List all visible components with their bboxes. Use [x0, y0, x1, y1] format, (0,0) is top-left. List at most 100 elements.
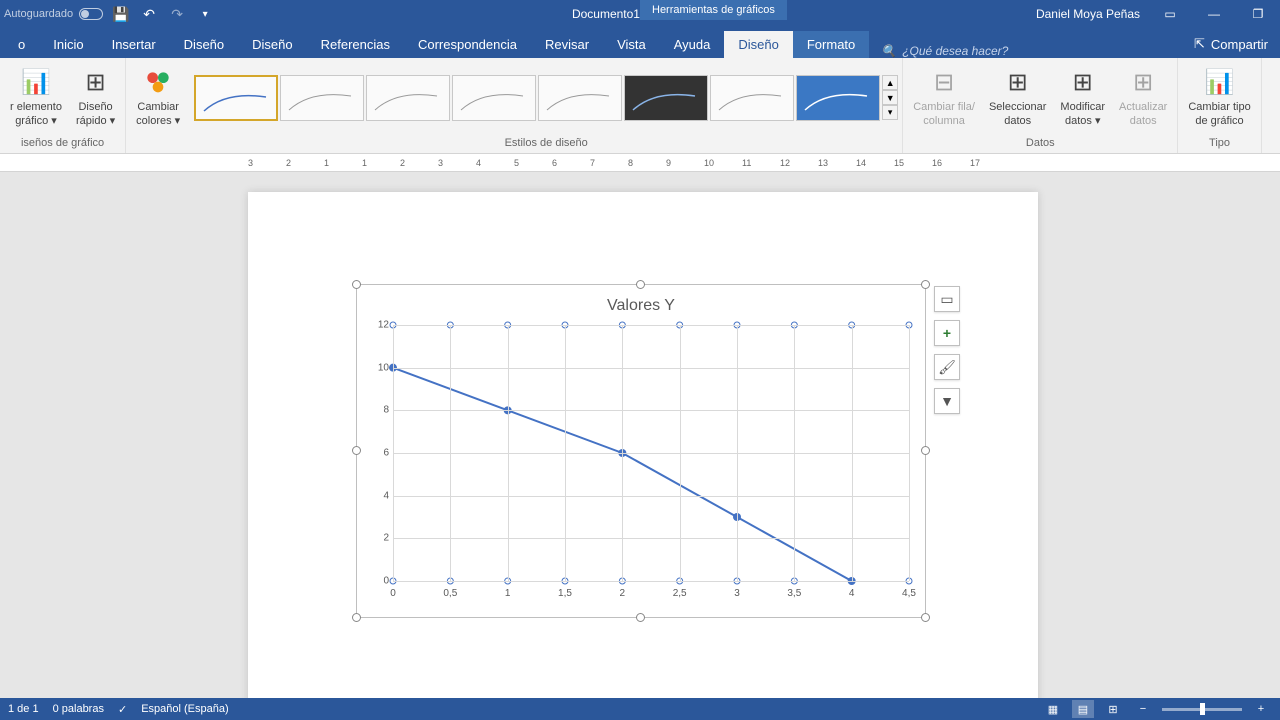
- resize-handle-mr[interactable]: [921, 446, 930, 455]
- group-data-label: Datos: [907, 135, 1173, 151]
- gallery-scroll-up[interactable]: ▲: [882, 75, 898, 90]
- document-title: Documento1: [572, 7, 640, 21]
- chart-layout-options-button[interactable]: ▭: [934, 286, 960, 312]
- chart-title[interactable]: Valores Y: [357, 285, 925, 315]
- group-data: ⊟ Cambiar fila/ columna ⊞ Seleccionar da…: [903, 58, 1178, 153]
- change-colors-button[interactable]: Cambiar colores ▾: [130, 63, 186, 131]
- chart-type-icon: 📊: [1204, 67, 1236, 99]
- chart-style-6[interactable]: [624, 75, 708, 121]
- plot-area[interactable]: 02468101200,511,522,533,544,5: [393, 325, 909, 581]
- x-axis-label: 4: [849, 588, 855, 599]
- chart-style-5[interactable]: [538, 75, 622, 121]
- y-axis-label: 8: [371, 405, 389, 416]
- group-change-colors: Cambiar colores ▾: [126, 58, 190, 153]
- chart-style-8[interactable]: [796, 75, 880, 121]
- tell-me-placeholder: ¿Qué desea hacer?: [902, 44, 1008, 58]
- autosave-label: Autoguardado: [4, 8, 73, 20]
- x-axis-label: 1,5: [558, 588, 572, 599]
- zoom-slider[interactable]: [1162, 708, 1242, 711]
- change-chart-type-button[interactable]: 📊 Cambiar tipo de gráfico: [1182, 63, 1256, 131]
- ribbon: 📊 r elemento gráfico ▾ ⊞ Diseño rápido ▾…: [0, 58, 1280, 154]
- resize-handle-tc[interactable]: [636, 280, 645, 289]
- x-axis-label: 3: [734, 588, 740, 599]
- tab-archivo[interactable]: o: [4, 31, 39, 58]
- read-mode-button[interactable]: ▦: [1042, 700, 1064, 718]
- y-axis-label: 2: [371, 533, 389, 544]
- chart-styles-button[interactable]: 🖌: [934, 354, 960, 380]
- share-button[interactable]: ⇱ Compartir: [1182, 30, 1280, 58]
- x-axis-label: 0: [390, 588, 396, 599]
- chart-side-buttons: ▭ + 🖌 ▼: [934, 286, 960, 414]
- gallery-scroll-down[interactable]: ▼: [882, 90, 898, 105]
- add-chart-element-button[interactable]: 📊 r elemento gráfico ▾: [4, 63, 68, 131]
- gallery-expand[interactable]: ▾: [882, 105, 898, 120]
- title-bar: Autoguardado 💾 ↶ ↷ ▾ Documento1 - Word H…: [0, 0, 1280, 28]
- chart-style-3[interactable]: [366, 75, 450, 121]
- tell-me-search[interactable]: 🔍 ¿Qué desea hacer?: [869, 44, 1020, 58]
- tab-insertar[interactable]: Insertar: [98, 31, 170, 58]
- zoom-thumb[interactable]: [1200, 703, 1205, 715]
- spellcheck-icon[interactable]: ✓: [118, 703, 127, 716]
- quick-layout-icon: ⊞: [80, 67, 112, 99]
- tab-revisar[interactable]: Revisar: [531, 31, 603, 58]
- x-axis-label: 4,5: [902, 588, 916, 599]
- tab-diseno-page[interactable]: Diseño: [170, 31, 238, 58]
- chart-style-7[interactable]: [710, 75, 794, 121]
- resize-handle-ml[interactable]: [352, 446, 361, 455]
- group-type-label: Tipo: [1182, 135, 1256, 151]
- tab-ayuda[interactable]: Ayuda: [660, 31, 725, 58]
- language-indicator[interactable]: Español (España): [141, 703, 228, 715]
- horizontal-ruler[interactable]: 3211234567891011121314151617: [0, 154, 1280, 172]
- edit-data-button[interactable]: ⊞ Modificar datos ▾: [1054, 63, 1111, 131]
- tab-chart-formato[interactable]: Formato: [793, 31, 869, 58]
- chart-style-1[interactable]: [194, 75, 278, 121]
- chart-elements-button[interactable]: +: [934, 320, 960, 346]
- toggle-switch-icon: [79, 8, 103, 20]
- print-layout-button[interactable]: ▤: [1072, 700, 1094, 718]
- qat-more-icon[interactable]: ▾: [195, 4, 215, 24]
- undo-icon[interactable]: ↶: [139, 4, 159, 24]
- tab-chart-diseno[interactable]: Diseño: [724, 31, 792, 58]
- x-axis-label: 2: [620, 588, 626, 599]
- word-count[interactable]: 0 palabras: [53, 703, 104, 715]
- resize-handle-bc[interactable]: [636, 613, 645, 622]
- minimize-icon[interactable]: —: [1200, 4, 1228, 24]
- redo-icon[interactable]: ↷: [167, 4, 187, 24]
- y-axis-label: 6: [371, 448, 389, 459]
- tab-vista[interactable]: Vista: [603, 31, 660, 58]
- y-axis-label: 12: [371, 320, 389, 331]
- tab-inicio[interactable]: Inicio: [39, 31, 97, 58]
- group-chart-styles: ▲ ▼ ▾ Estilos de diseño: [190, 58, 903, 153]
- tab-correspondencia[interactable]: Correspondencia: [404, 31, 531, 58]
- resize-handle-bl[interactable]: [352, 613, 361, 622]
- chart-filters-button[interactable]: ▼: [934, 388, 960, 414]
- resize-handle-br[interactable]: [921, 613, 930, 622]
- tab-referencias[interactable]: Referencias: [307, 31, 404, 58]
- tab-diseno-layout[interactable]: Diseño: [238, 31, 306, 58]
- refresh-data-button: ⊞ Actualizar datos: [1113, 63, 1173, 131]
- resize-handle-tr[interactable]: [921, 280, 930, 289]
- resize-handle-tl[interactable]: [352, 280, 361, 289]
- maximize-icon[interactable]: ❐: [1244, 4, 1272, 24]
- chart-style-4[interactable]: [452, 75, 536, 121]
- web-layout-button[interactable]: ⊞: [1102, 700, 1124, 718]
- group-styles-label: Estilos de diseño: [194, 135, 898, 151]
- document-area[interactable]: Valores Y 02468101200,511,522,533,544,5 …: [0, 172, 1280, 702]
- chart-style-gallery: ▲ ▼ ▾: [194, 74, 898, 122]
- refresh-icon: ⊞: [1127, 67, 1159, 99]
- page-indicator[interactable]: 1 de 1: [8, 703, 39, 715]
- chart-style-2[interactable]: [280, 75, 364, 121]
- user-name[interactable]: Daniel Moya Peñas: [1036, 7, 1140, 21]
- zoom-in-button[interactable]: +: [1250, 700, 1272, 718]
- group-layouts-label: iseños de gráfico: [4, 135, 121, 151]
- zoom-out-button[interactable]: −: [1132, 700, 1154, 718]
- select-data-button[interactable]: ⊞ Seleccionar datos: [983, 63, 1052, 131]
- ribbon-display-icon[interactable]: ▭: [1156, 4, 1184, 24]
- quick-layout-button[interactable]: ⊞ Diseño rápido ▾: [70, 63, 121, 131]
- search-icon: 🔍: [881, 44, 896, 58]
- chart-object[interactable]: Valores Y 02468101200,511,522,533,544,5: [356, 284, 926, 618]
- autosave-toggle[interactable]: Autoguardado: [4, 8, 103, 20]
- switch-icon: ⊟: [928, 67, 960, 99]
- save-icon[interactable]: 💾: [111, 4, 131, 24]
- group-chart-layouts: 📊 r elemento gráfico ▾ ⊞ Diseño rápido ▾…: [0, 58, 126, 153]
